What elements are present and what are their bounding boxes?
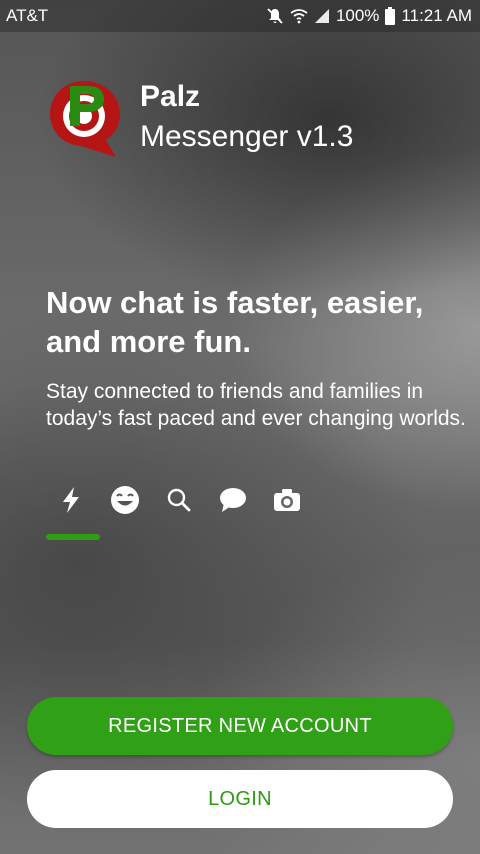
- search-icon[interactable]: [152, 487, 206, 513]
- mute-icon: [266, 7, 284, 25]
- intro-description: Stay connected to friends and families i…: [46, 380, 466, 430]
- login-button[interactable]: LOGIN: [27, 770, 453, 828]
- battery-percent: 100%: [335, 6, 380, 25]
- app-logo: [48, 78, 128, 158]
- battery-icon: [385, 7, 396, 25]
- clock: 11:21 AM: [401, 6, 472, 25]
- app-name: Palz: [140, 80, 201, 113]
- register-button[interactable]: REGISTER NEW ACCOUNT: [27, 697, 453, 755]
- lightning-icon[interactable]: [44, 486, 98, 514]
- carrier-label: AT&T: [6, 6, 49, 25]
- smiley-icon[interactable]: [98, 485, 152, 515]
- feature-carousel[interactable]: [44, 483, 314, 517]
- chat-bubble-icon[interactable]: [206, 487, 260, 513]
- app-version: Messenger v1.3: [140, 120, 354, 153]
- wifi-icon: [290, 8, 308, 24]
- camera-icon[interactable]: [260, 488, 314, 512]
- status-bar: AT&T 100% 11:21 AM: [0, 0, 480, 32]
- carousel-indicator: [46, 534, 100, 540]
- headline: Now chat is faster, easier, and more fun…: [46, 285, 424, 359]
- signal-icon: [314, 8, 330, 24]
